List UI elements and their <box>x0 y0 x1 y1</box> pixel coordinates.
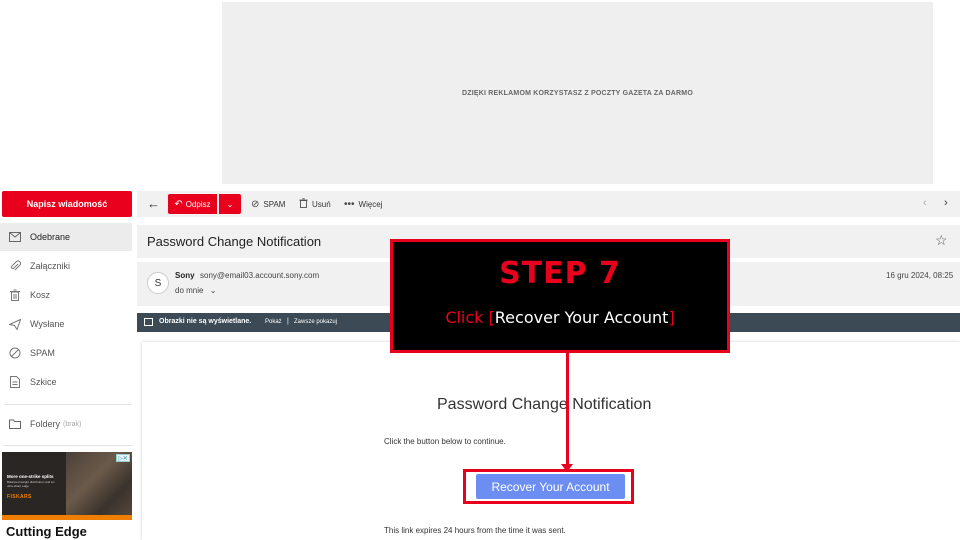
recipient-label: do mnie <box>175 286 204 295</box>
sidebar-item-drafts[interactable]: Szkice <box>0 368 132 396</box>
delete-label: Usuń <box>312 199 331 209</box>
expiry-note: This link expires 24 hours from the time… <box>384 526 566 535</box>
images-blocked-text: Obrazki nie są wyświetlane. <box>159 318 252 325</box>
delete-button[interactable]: Usuń <box>299 194 331 214</box>
send-icon <box>9 318 21 330</box>
ad-brand: FISKARS <box>7 494 32 500</box>
sidebar-item-label: Załączniki <box>30 261 71 271</box>
sidebar-item-label: Szkice <box>30 377 57 387</box>
back-arrow-icon[interactable]: ← <box>147 197 160 210</box>
sidebar-item-spam[interactable]: SPAM <box>0 339 132 367</box>
separator: | <box>287 318 289 325</box>
recover-account-button[interactable]: Recover Your Account <box>476 474 625 499</box>
draft-icon <box>9 376 21 388</box>
sender-email: sony@email03.account.sony.com <box>200 271 320 280</box>
trash-icon <box>9 289 21 301</box>
more-dots-icon: ••• <box>344 198 355 210</box>
sidebar-item-label: Odebrane <box>30 232 71 242</box>
always-show-images-link[interactable]: Zawsze pokazuj <box>294 319 337 325</box>
body-instruction: Click the button below to continue. <box>384 437 506 446</box>
inbox-icon <box>9 231 21 243</box>
step-target: Recover Your Account <box>494 308 669 327</box>
reply-button[interactable]: ↶ Odpisz <box>168 194 217 214</box>
sender-avatar: S <box>147 272 169 294</box>
sidebar-item-sent[interactable]: Wysłane <box>0 310 132 338</box>
step-callout: STEP 7 Click [Recover Your Account] <box>390 239 730 353</box>
sidebar-item-label: SPAM <box>30 348 55 358</box>
body-heading: Password Change Notification <box>437 396 652 413</box>
reply-label: Odpisz <box>185 199 211 209</box>
star-icon[interactable]: ☆ <box>935 232 948 249</box>
block-icon: ⊘ <box>251 198 260 210</box>
adchoices-icon[interactable]: ▷✕ <box>116 454 130 462</box>
sidebar-divider <box>4 404 132 405</box>
sidebar-item-folders[interactable]: Foldery (brak) <box>0 410 132 438</box>
step-bracket-close: ] <box>668 308 675 327</box>
more-label: Więcej <box>358 199 383 209</box>
ad-photo <box>66 452 132 520</box>
show-images-link[interactable]: Pokaż <box>265 319 282 325</box>
email-date: 16 gru 2024, 08:25 <box>886 271 954 280</box>
spam-icon <box>9 347 21 359</box>
ad-subtext: Balanced weight distribution and an ultr… <box>7 480 55 488</box>
sidebar-item-label: Foldery <box>30 419 61 429</box>
step-click-word: Click <box>445 308 484 327</box>
ad-banner[interactable]: DZIĘKI REKLAMOM KORZYSTASZ Z POCZTY GAZE… <box>222 2 933 184</box>
callout-arrow-head-icon <box>561 464 573 472</box>
sidebar-item-inbox[interactable]: Odebrane <box>0 223 132 251</box>
sidebar-item-attachments[interactable]: Załączniki <box>0 252 132 280</box>
recipient-toggle[interactable]: do mnie ⌄ <box>175 286 216 295</box>
reply-icon: ↶ <box>174 198 183 210</box>
email-body <box>142 342 960 540</box>
more-button[interactable]: ••• Więcej <box>344 194 383 214</box>
folder-icon <box>9 418 21 430</box>
step-instruction: Click [Recover Your Account] <box>393 308 727 327</box>
image-icon <box>144 318 153 326</box>
sidebar-item-label: Wysłane <box>30 319 65 329</box>
trash-icon <box>299 197 308 211</box>
ad-strip <box>2 515 132 520</box>
reply-dropdown-chevron-icon[interactable]: ⌄ <box>219 194 241 214</box>
email-subject: Password Change Notification <box>147 234 322 249</box>
spam-label: SPAM <box>263 199 286 209</box>
callout-arrow-line <box>566 353 569 470</box>
sidebar-item-label: Kosz <box>30 290 51 300</box>
next-message-chevron-icon[interactable]: › <box>944 197 948 209</box>
compose-button[interactable]: Napisz wiadomość <box>2 191 132 217</box>
sidebar-ad-title[interactable]: Cutting Edge <box>6 524 87 539</box>
chevron-down-icon: ⌄ <box>209 286 217 295</box>
step-title: STEP 7 <box>499 256 621 291</box>
paperclip-icon <box>9 260 21 272</box>
spam-button[interactable]: ⊘ SPAM <box>251 194 285 214</box>
sender-name: Sony <box>175 271 195 280</box>
folders-count: (brak) <box>63 420 82 428</box>
sidebar-ad-image[interactable]: More one-strike splits Balanced weight d… <box>2 452 132 520</box>
previous-message-chevron-icon[interactable]: ‹ <box>923 197 927 209</box>
ad-banner-text: DZIĘKI REKLAMOM KORZYSTASZ Z POCZTY GAZE… <box>462 89 693 97</box>
ad-headline: More one-strike splits <box>7 474 54 479</box>
sidebar-divider <box>4 445 132 446</box>
sidebar-item-trash[interactable]: Kosz <box>0 281 132 309</box>
